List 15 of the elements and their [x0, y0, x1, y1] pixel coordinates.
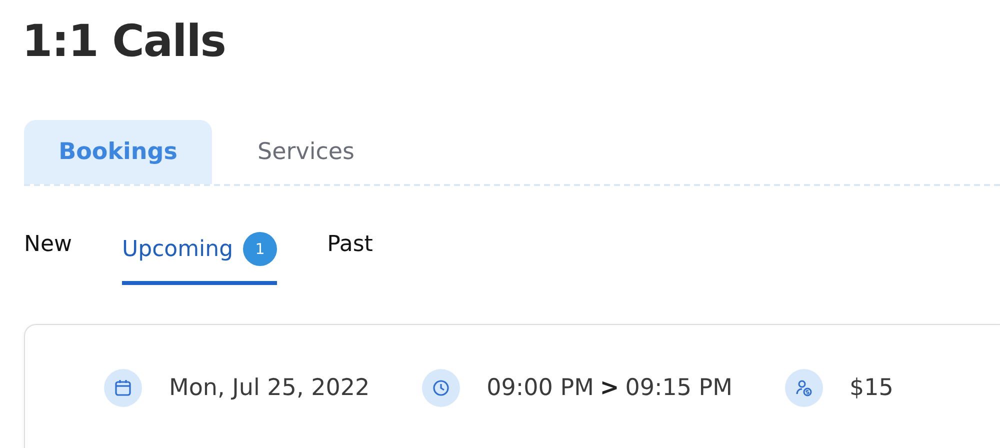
count-badge: 1 — [243, 232, 278, 266]
end-time: 09:15 PM — [625, 375, 733, 401]
subtab[interactable]: Past — [327, 232, 373, 276]
chevron-separator: > — [600, 375, 620, 401]
person-dollar-icon — [784, 369, 823, 407]
tab[interactable]: Services — [212, 120, 400, 184]
start-time: 09:00 PM — [486, 375, 594, 401]
calendar-icon — [104, 369, 142, 407]
subtab[interactable]: Upcoming 1 — [122, 232, 278, 285]
booking-price: $15 — [850, 375, 894, 401]
booking-date: Mon, Jul 25, 2022 — [169, 375, 370, 401]
clock-icon — [422, 369, 460, 407]
tab[interactable]: Bookings — [24, 120, 212, 184]
page-title: 1:1 Calls — [21, 15, 226, 69]
subtab[interactable]: New — [24, 232, 72, 276]
